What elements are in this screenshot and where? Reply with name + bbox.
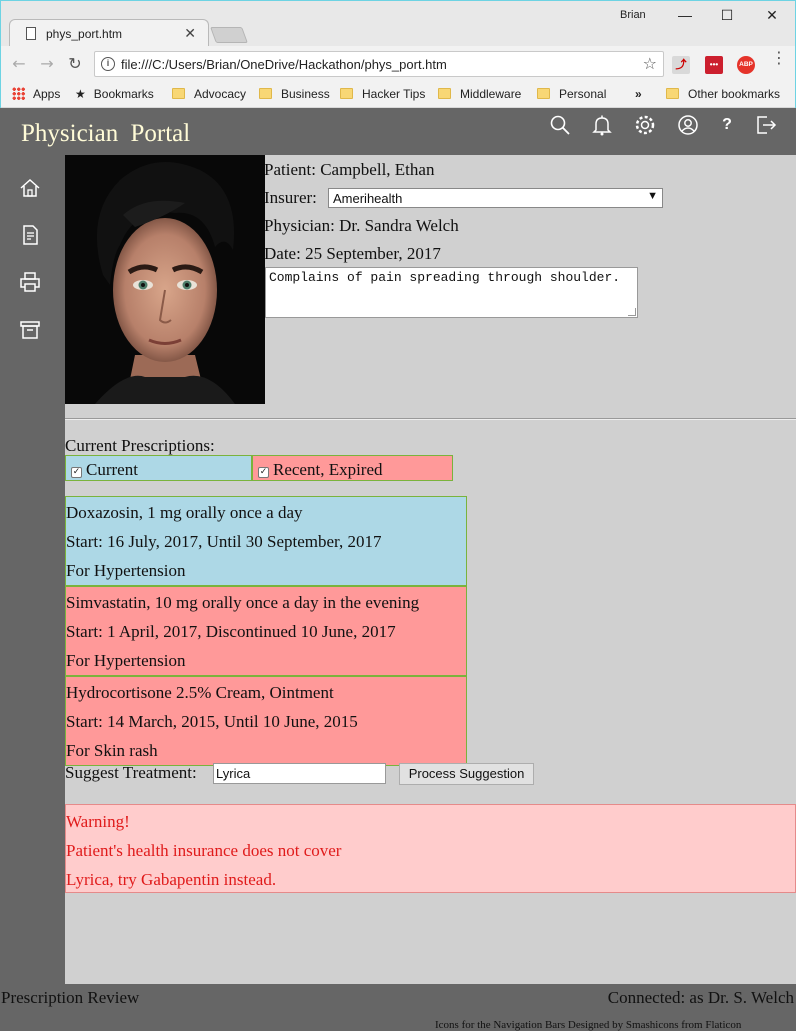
insurer-label: Insurer: xyxy=(264,188,317,207)
document-icon[interactable] xyxy=(19,224,41,246)
url-text: file:///C:/Users/Brian/OneDrive/Hackatho… xyxy=(121,57,447,72)
process-suggestion-button[interactable]: Process Suggestion xyxy=(399,763,534,785)
filter-current[interactable]: ✓ Current xyxy=(65,455,252,481)
physician-name: Physician: Dr. Sandra Welch xyxy=(264,216,459,235)
address-bar[interactable]: i file:///C:/Users/Brian/OneDrive/Hackat… xyxy=(94,51,664,77)
bookmark-advocacy[interactable]: Advocacy xyxy=(172,87,246,101)
recent-expired-checkbox[interactable]: ✓ xyxy=(258,467,269,478)
visit-date: Date: 25 September, 2017 xyxy=(264,244,441,263)
print-icon[interactable] xyxy=(19,271,41,293)
bell-icon[interactable] xyxy=(591,114,613,136)
star-icon: ★ xyxy=(75,87,86,101)
bookmark-middleware[interactable]: Middleware xyxy=(438,87,521,101)
home-icon[interactable] xyxy=(19,177,41,199)
filter-recent-expired[interactable]: ✓ Recent, Expired xyxy=(252,455,453,481)
settings-icon[interactable] xyxy=(634,114,656,136)
footer-page-name: Prescription Review xyxy=(1,988,140,1007)
prescription-card[interactable]: Simvastatin, 10 mg orally once a day in … xyxy=(65,586,467,676)
dropdown-arrow-icon: ▼ xyxy=(647,190,658,202)
resize-grip-icon[interactable] xyxy=(628,308,636,316)
folder-icon xyxy=(666,88,679,99)
app-title: Physician Portal xyxy=(21,120,191,147)
bookmarks-bar: Apps ★ Bookmarks Advocacy Business Hacker… xyxy=(1,82,795,108)
user-icon[interactable] xyxy=(677,114,699,136)
warning-title: Warning! xyxy=(66,812,130,831)
folder-icon xyxy=(172,88,185,99)
footer-connection-status: Connected: as Dr. S. Welch xyxy=(607,988,794,1007)
help-icon[interactable]: ? xyxy=(716,114,738,136)
tab-title: phys_port.htm xyxy=(46,27,123,41)
lastpass-extension-icon[interactable]: ••• xyxy=(705,56,723,74)
section-divider xyxy=(65,418,796,420)
prescription-drug: Doxazosin, 1 mg orally once a day xyxy=(66,503,303,522)
prescription-reason: For Skin rash xyxy=(66,741,158,760)
prescription-dates: Start: 16 July, 2017, Until 30 September… xyxy=(66,532,382,551)
notes-textarea[interactable]: Complains of pain spreading through shou… xyxy=(265,267,638,318)
browser-toolbar: ← → ↻ i file:///C:/Users/Brian/OneDrive/… xyxy=(1,46,795,82)
prescription-card[interactable]: Doxazosin, 1 mg orally once a day Start:… xyxy=(65,496,467,586)
patient-name: Patient: Campbell, Ethan xyxy=(264,160,435,179)
close-tab-icon[interactable]: ✕ xyxy=(184,25,196,42)
other-bookmarks[interactable]: Other bookmarks xyxy=(666,87,780,101)
main-content: Patient: Campbell, Ethan Insurer: Amerih… xyxy=(65,155,796,984)
search-icon[interactable] xyxy=(549,114,571,136)
folder-icon xyxy=(537,88,550,99)
apps-grid-icon xyxy=(12,87,25,100)
info-icon[interactable]: i xyxy=(101,57,115,71)
prescription-dates: Start: 14 March, 2015, Until 10 June, 20… xyxy=(66,712,358,731)
bookmark-personal[interactable]: Personal xyxy=(537,87,606,101)
warning-text: Lyrica, try Gabapentin instead. xyxy=(66,870,277,889)
bookmark-star-icon[interactable]: ☆ xyxy=(643,54,657,73)
prescription-dates: Start: 1 April, 2017, Discontinued 10 Ju… xyxy=(66,622,396,641)
icon-credit: Icons for the Navigation Bars Designed b… xyxy=(435,1019,742,1031)
prescription-drug: Simvastatin, 10 mg orally once a day in … xyxy=(66,593,420,612)
warning-text: Patient's health insurance does not cove… xyxy=(66,841,342,860)
folder-icon xyxy=(259,88,272,99)
browser-menu-icon[interactable]: ⋮ xyxy=(771,50,787,66)
physician-portal: Physician Portal ? Patient: Campbell, Et… xyxy=(0,108,796,1031)
close-window-button[interactable]: ✕ xyxy=(758,5,786,25)
notes-text: Complains of pain spreading through shou… xyxy=(269,270,621,285)
new-tab-button[interactable] xyxy=(210,27,248,43)
folder-icon xyxy=(340,88,353,99)
prescription-drug: Hydrocortisone 2.5% Cream, Ointment xyxy=(66,683,334,702)
prescriptions-heading: Current Prescriptions: xyxy=(65,436,215,455)
folder-icon xyxy=(438,88,451,99)
archive-icon[interactable] xyxy=(19,319,41,341)
insurer-value: Amerihealth xyxy=(333,191,403,206)
pdf-extension-icon[interactable]: ⤴ xyxy=(672,56,690,74)
file-icon xyxy=(26,27,36,40)
bookmarks-overflow[interactable]: » xyxy=(635,87,642,101)
tab-strip: phys_port.htm ✕ Brian — ☐ ✕ xyxy=(1,0,795,47)
browser-tab[interactable]: phys_port.htm ✕ xyxy=(9,19,209,47)
logout-icon[interactable] xyxy=(755,114,777,136)
suggest-treatment-input[interactable]: Lyrica xyxy=(213,763,386,784)
insurer-select[interactable]: Amerihealth ▼ xyxy=(328,188,663,208)
current-checkbox[interactable]: ✓ xyxy=(71,467,82,478)
suggest-treatment-label: Suggest Treatment: xyxy=(65,763,197,782)
bookmark-business[interactable]: Business xyxy=(259,87,330,101)
bookmark-apps[interactable]: Apps xyxy=(12,87,60,101)
prescription-card[interactable]: Hydrocortisone 2.5% Cream, Ointment Star… xyxy=(65,676,467,766)
forward-icon[interactable]: → xyxy=(37,54,57,74)
patient-photo xyxy=(65,155,265,404)
bookmark-bookmarks[interactable]: ★ Bookmarks xyxy=(75,87,154,101)
adblock-extension-icon[interactable]: ABP xyxy=(737,56,755,74)
bookmark-hacker-tips[interactable]: Hacker Tips xyxy=(340,87,425,101)
minimize-button[interactable]: — xyxy=(671,5,699,25)
window-user[interactable]: Brian xyxy=(620,9,646,21)
maximize-button[interactable]: ☐ xyxy=(713,5,741,25)
prescription-reason: For Hypertension xyxy=(66,561,186,580)
prescription-reason: For Hypertension xyxy=(66,651,186,670)
back-icon[interactable]: ← xyxy=(9,54,29,74)
reload-icon[interactable]: ↻ xyxy=(65,54,85,74)
warning-box: Warning! Patient's health insurance does… xyxy=(65,804,796,893)
browser-chrome: phys_port.htm ✕ Brian — ☐ ✕ ← → ↻ i file… xyxy=(0,0,796,108)
